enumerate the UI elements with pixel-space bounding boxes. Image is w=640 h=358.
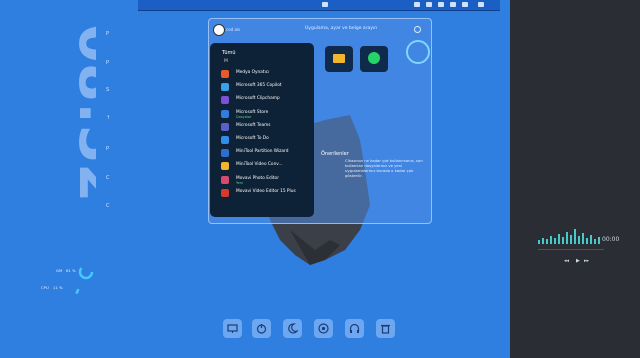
menu-item[interactable]: Movavi Photo Editor Yeni xyxy=(220,175,312,185)
headphones-icon xyxy=(349,323,360,333)
all-apps-header: Tümü xyxy=(222,50,236,56)
clipchamp-icon xyxy=(221,96,229,105)
taskbar-tray-icon[interactable] xyxy=(462,2,468,7)
side-letter: C xyxy=(106,203,110,209)
menu-item[interactable]: MiniTool Partition Wizard xyxy=(220,148,312,158)
chrome-icon xyxy=(318,323,329,334)
letter-group[interactable]: M xyxy=(224,59,228,64)
top-taskbar xyxy=(138,0,500,11)
taskbar-tray-icon[interactable] xyxy=(438,2,444,7)
recommendations-title: Önerilenler xyxy=(321,151,349,157)
menu-item[interactable]: Microsoft 365 Copilot xyxy=(220,82,312,92)
folder-icon xyxy=(221,162,229,171)
power-icon xyxy=(256,324,267,334)
pinned-app-whatsapp[interactable] xyxy=(360,46,388,72)
user-name[interactable]: ced ais xyxy=(226,27,240,32)
taskbar-tray-icon[interactable] xyxy=(414,2,420,7)
menu-item-label: Microsoft 365 Copilot xyxy=(236,83,282,89)
menu-item[interactable]: Microsoft Store Dosyalar xyxy=(220,109,312,119)
side-panel: ◂◂ ▶ ▸▸ xyxy=(510,0,640,358)
side-letter: P xyxy=(106,146,110,152)
photo-editor-icon xyxy=(221,175,229,184)
menu-item-label: MiniTool Partition Wizard xyxy=(236,149,289,155)
app-list-menu: Tümü M Medya Oynatıcı Microsoft 365 Copil… xyxy=(210,43,314,217)
menu-item[interactable]: Microsoft To Do xyxy=(220,135,312,145)
media-player-icon xyxy=(221,70,229,78)
pinned-app-folder[interactable] xyxy=(325,46,353,72)
video-editor-icon xyxy=(221,188,229,197)
taskbar-app-icon[interactable] xyxy=(322,2,328,7)
side-letter: P xyxy=(106,31,110,37)
browser-button[interactable] xyxy=(314,319,333,338)
cpu-label: CPU xyxy=(41,285,49,290)
prev-track-icon[interactable]: ◂◂ xyxy=(564,258,569,264)
menu-item[interactable]: Medya Oynatıcı xyxy=(220,69,312,79)
taskbar-tray-icon[interactable] xyxy=(450,2,456,7)
audio-visualizer xyxy=(538,229,600,244)
menu-item-sublabel: Dosyalar xyxy=(236,114,252,119)
menu-item-sublabel: Yeni xyxy=(236,180,244,185)
recommendations-text: Cihazınızı ne kadar çok kullanırsanız, s… xyxy=(345,158,423,178)
side-letter: C xyxy=(106,175,110,181)
menu-item-label: Microsoft Teams xyxy=(236,122,271,128)
status-ring xyxy=(406,40,430,64)
taskbar-tray-icon[interactable] xyxy=(426,2,432,7)
cpu-value: 11 % xyxy=(53,285,63,290)
menu-item-label: Movavi Video Editor 15 Plus xyxy=(236,188,296,194)
progress-track[interactable] xyxy=(538,249,604,250)
moon-icon xyxy=(288,323,298,334)
copilot-icon xyxy=(221,83,229,92)
ram-label: GM xyxy=(56,268,63,273)
ram-value: 61 % xyxy=(66,268,76,273)
avatar[interactable] xyxy=(213,24,225,36)
store-icon xyxy=(221,109,229,118)
power-button[interactable] xyxy=(252,319,271,338)
search-input[interactable]: Uygulama, ayar ve belge arayın xyxy=(305,26,377,31)
clock-time: 08:52 xyxy=(66,24,96,202)
menu-item-label: Medya Oynatıcı xyxy=(236,70,270,75)
menu-item-label: Microsoft Clipchamp xyxy=(236,96,280,102)
side-letter: P xyxy=(106,60,110,66)
search-icon[interactable] xyxy=(414,26,421,33)
monitor-button[interactable] xyxy=(223,319,242,338)
menu-item[interactable]: Microsoft Clipchamp xyxy=(220,95,312,105)
trash-button[interactable] xyxy=(376,319,395,338)
side-letter: S xyxy=(106,87,110,93)
menu-item[interactable]: Movavi Video Editor 15 Plus xyxy=(220,188,312,198)
todo-icon xyxy=(221,136,229,144)
whatsapp-icon xyxy=(368,52,380,64)
partition-icon xyxy=(221,149,229,158)
menu-item[interactable]: MiniTool Video Conv... xyxy=(220,161,312,171)
teams-icon xyxy=(221,122,229,131)
play-icon[interactable]: ▶ xyxy=(576,258,580,264)
menu-item-label: MiniTool Video Conv... xyxy=(236,162,283,168)
menu-item[interactable]: Microsoft Teams xyxy=(220,122,312,132)
next-track-icon[interactable]: ▸▸ xyxy=(584,258,589,264)
audio-time: 00:00 xyxy=(602,236,620,243)
clock-widget: 08:52 xyxy=(6,20,131,220)
music-button[interactable] xyxy=(345,319,364,338)
sleep-button[interactable] xyxy=(283,319,302,338)
side-letter: ↑ xyxy=(106,115,111,121)
ram-gauge xyxy=(78,264,94,280)
cpu-gauge xyxy=(64,281,80,297)
monitor-icon xyxy=(227,324,238,333)
menu-item-label: Microsoft To Do xyxy=(236,136,269,141)
folder-icon xyxy=(333,54,345,63)
trash-icon xyxy=(381,324,390,334)
taskbar-tray-icon[interactable] xyxy=(478,2,484,7)
